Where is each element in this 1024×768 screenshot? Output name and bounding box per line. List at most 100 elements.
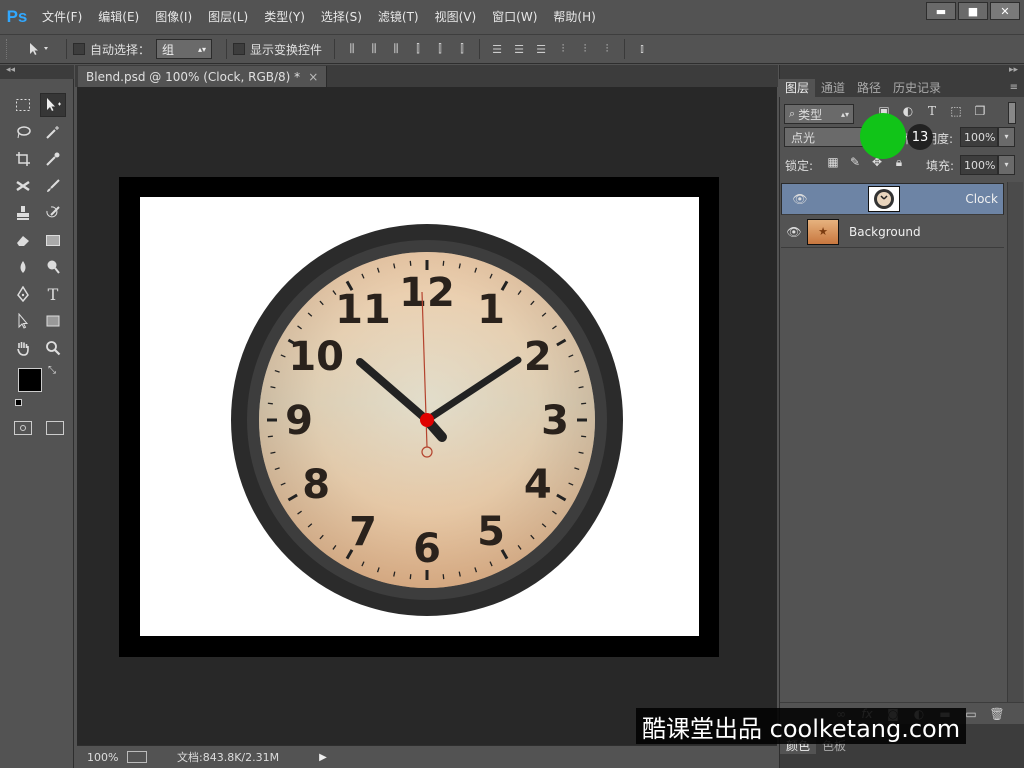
status-menu-arrow-icon[interactable]: ▶ <box>319 752 327 763</box>
eyedropper-tool[interactable] <box>40 147 66 171</box>
align-distribute-icon[interactable]: ☰ <box>510 40 528 58</box>
menu-window[interactable]: 窗口(W) <box>484 0 545 34</box>
zoom-level[interactable]: 100% <box>87 751 127 764</box>
align-distribute-icon[interactable]: ⫶ <box>554 40 572 58</box>
filter-shape-icon[interactable]: ⬚ <box>944 104 968 118</box>
clock-numeral: 1 <box>477 287 505 333</box>
tab-channels[interactable]: 通道 <box>815 79 851 97</box>
lock-transparent-icon[interactable]: ▦ <box>822 155 844 170</box>
panel-menu-icon[interactable]: ≡ <box>1010 79 1018 97</box>
filter-type-icon[interactable]: T <box>920 104 944 118</box>
align-distribute-icon[interactable]: ☰ <box>488 40 506 58</box>
crop-icon <box>16 152 30 166</box>
align-distribute-icon[interactable]: ⫶ <box>576 40 594 58</box>
align-distribute-icon[interactable]: ⫼ <box>343 40 361 58</box>
delete-layer-icon[interactable]: 🗑︎ <box>984 707 1010 721</box>
tab-history[interactable]: 历史记录 <box>887 79 947 97</box>
crop-tool[interactable] <box>10 147 36 171</box>
tab-paths[interactable]: 路径 <box>851 79 887 97</box>
auto-select-dropdown[interactable]: 组 ▴▾ <box>156 39 213 59</box>
document-tab[interactable]: Blend.psd @ 100% (Clock, RGB/8) * × <box>78 66 328 87</box>
collapse-icon[interactable]: ◂◂ <box>6 65 15 75</box>
menu-filter[interactable]: 滤镜(T) <box>370 0 427 34</box>
layer-filter-kind[interactable]: ⌕ 类型 ▴▾ <box>784 104 854 124</box>
rectangle-shape-icon <box>46 315 60 327</box>
align-distribute-icon[interactable]: ⫿ <box>431 40 449 58</box>
clone-stamp-tool[interactable] <box>10 201 36 225</box>
align-distribute-icon[interactable]: ⫼ <box>365 40 383 58</box>
screen-mode-icon[interactable] <box>46 421 64 435</box>
layers-scrollbar[interactable] <box>1007 182 1023 702</box>
move-tool[interactable] <box>40 93 66 117</box>
history-brush-icon <box>46 206 60 218</box>
expand-icon[interactable]: ▸▸ <box>1009 65 1018 75</box>
lasso-tool[interactable] <box>10 120 36 144</box>
fill-label: 填充: <box>926 159 955 173</box>
dodge-tool[interactable] <box>40 255 66 279</box>
auto-select-checkbox[interactable] <box>73 43 85 55</box>
opacity-input[interactable]: 100% <box>960 127 998 147</box>
align-distribute-icon[interactable]: ⫾ <box>633 40 651 58</box>
eraser-tool[interactable] <box>10 228 36 252</box>
show-transform-checkbox[interactable] <box>233 43 246 55</box>
options-bar: 自动选择： 组 ▴▾ 显示变换控件 ⫼ ⫼ ⫼ ⫿ ⫿ ⫿ ☰ ☰ ☰ ⫶ ⫶ ⫶ ⫾ <box>0 34 1024 64</box>
menu-layer[interactable]: 图层(L) <box>200 0 256 34</box>
filter-toggle-switch[interactable] <box>1008 102 1016 124</box>
foreground-color-swatch[interactable] <box>18 368 42 392</box>
move-tool-preset[interactable] <box>16 41 60 57</box>
menu-view[interactable]: 视图(V) <box>427 0 485 34</box>
status-share-icon[interactable] <box>127 751 147 763</box>
layer-row[interactable]: 👁︎ Clock <box>781 183 1004 215</box>
hand-tool[interactable] <box>10 336 36 360</box>
opacity-slider-button[interactable]: ▾ <box>998 127 1015 147</box>
gradient-tool[interactable] <box>40 228 66 252</box>
close-tab-icon[interactable]: × <box>308 70 318 84</box>
default-colors-icon[interactable] <box>15 399 25 409</box>
tools-panel-header[interactable]: ◂◂ <box>0 65 74 79</box>
visibility-eye-icon[interactable]: 👁︎ <box>781 225 807 239</box>
menu-file[interactable]: 文件(F) <box>34 0 90 34</box>
swap-colors-icon[interactable]: ⤡ <box>48 365 56 376</box>
menu-type[interactable]: 类型(Y) <box>256 0 313 34</box>
layer-row[interactable]: 👁︎ ★ Background <box>781 216 1004 248</box>
menu-help[interactable]: 帮助(H) <box>545 0 603 34</box>
type-tool[interactable]: T <box>40 282 66 306</box>
filter-smart-object-icon[interactable]: ❐ <box>968 104 992 118</box>
lock-image-icon[interactable]: ✎ <box>844 155 866 170</box>
filter-adjustment-icon[interactable]: ◐ <box>896 104 920 118</box>
zoom-tool[interactable] <box>40 336 66 360</box>
menu-image[interactable]: 图像(I) <box>147 0 200 34</box>
close-button[interactable]: ✕ <box>990 2 1020 20</box>
document-canvas[interactable]: 12 1 2 3 4 5 6 7 8 9 10 11 <box>140 197 699 636</box>
marquee-tool[interactable] <box>10 93 36 117</box>
menu-edit[interactable]: 编辑(E) <box>90 0 147 34</box>
healing-tool[interactable] <box>10 174 36 198</box>
fill-slider-button[interactable]: ▾ <box>998 155 1015 175</box>
pen-tool[interactable] <box>10 282 36 306</box>
quick-mask-icon[interactable] <box>14 421 32 435</box>
tab-layers[interactable]: 图层 <box>779 79 816 97</box>
history-brush-tool[interactable] <box>40 201 66 225</box>
magic-wand-tool[interactable] <box>40 120 66 144</box>
blur-tool[interactable] <box>10 255 36 279</box>
layer-name: Background <box>849 224 921 239</box>
dropdown-arrows-icon: ▴▾ <box>197 44 207 54</box>
restore-button[interactable]: ■ <box>958 2 988 20</box>
align-distribute-icon[interactable]: ⫶ <box>598 40 616 58</box>
tools-panel: T ⤡ <box>0 79 74 768</box>
panel-dock-header[interactable]: ▸▸ <box>780 65 1024 79</box>
minimize-button[interactable]: ▬ <box>926 2 956 20</box>
shape-tool[interactable] <box>40 309 66 333</box>
menu-select[interactable]: 选择(S) <box>313 0 370 34</box>
visibility-eye-icon[interactable]: 👁︎ <box>787 192 813 206</box>
brush-tool[interactable] <box>40 174 66 198</box>
path-selection-tool[interactable] <box>10 309 36 333</box>
auto-select-label: 自动选择： <box>90 42 151 57</box>
align-distribute-icon[interactable]: ☰ <box>532 40 550 58</box>
options-grip <box>6 39 16 59</box>
magic-wand-icon <box>46 126 59 139</box>
align-distribute-icon[interactable]: ⫿ <box>453 40 471 58</box>
fill-input[interactable]: 100% <box>960 155 998 175</box>
align-distribute-icon[interactable]: ⫼ <box>387 40 405 58</box>
align-distribute-icon[interactable]: ⫿ <box>409 40 427 58</box>
